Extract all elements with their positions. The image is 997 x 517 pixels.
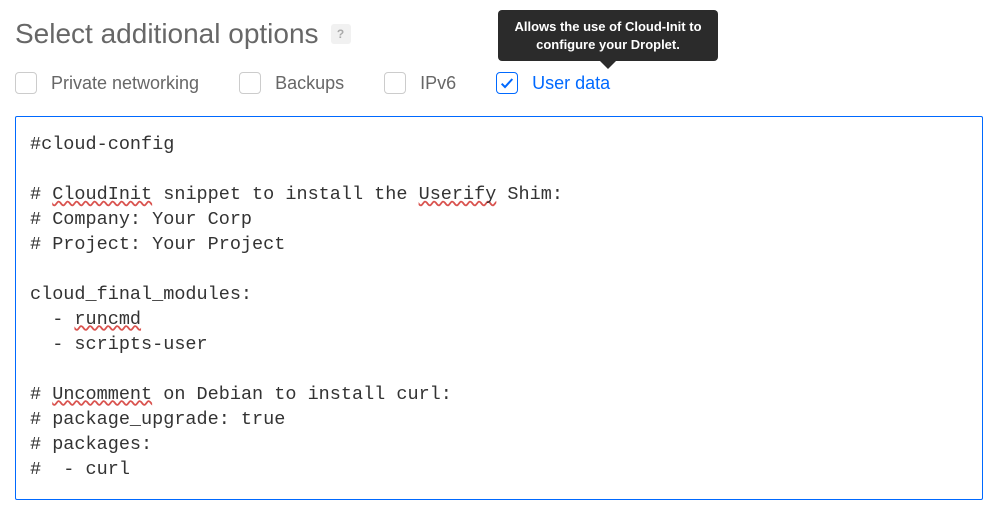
help-icon[interactable]: ? <box>331 24 351 44</box>
code-content: #cloud-config # CloudInit snippet to ins… <box>30 133 968 483</box>
ipv6-option[interactable]: IPv6 <box>384 72 456 94</box>
checkbox-icon <box>15 72 37 94</box>
checkbox-icon <box>384 72 406 94</box>
backups-option[interactable]: Backups <box>239 72 344 94</box>
checkbox-icon <box>239 72 261 94</box>
user-data-option[interactable]: User data <box>496 72 610 94</box>
user-data-tooltip: Allows the use of Cloud-Init to configur… <box>498 10 718 61</box>
user-data-label: User data <box>532 73 610 94</box>
ipv6-label: IPv6 <box>420 73 456 94</box>
private-networking-label: Private networking <box>51 73 199 94</box>
checkbox-checked-icon <box>496 72 518 94</box>
private-networking-option[interactable]: Private networking <box>15 72 199 94</box>
backups-label: Backups <box>275 73 344 94</box>
user-data-textarea[interactable]: #cloud-config # CloudInit snippet to ins… <box>15 116 983 500</box>
page-title: Select additional options <box>15 18 319 50</box>
